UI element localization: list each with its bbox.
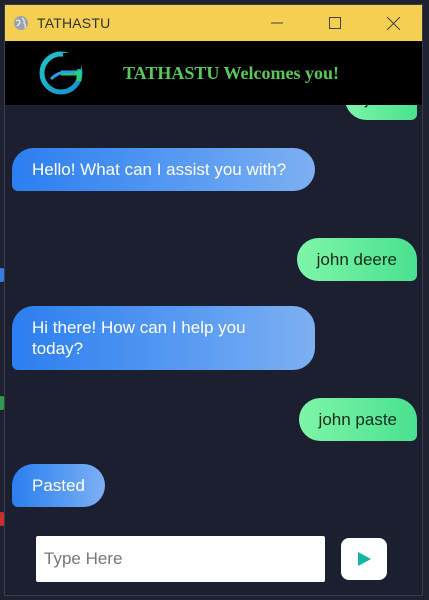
chat-window: TATHASTU TATHASTU Welcomes you! Hello! W… bbox=[4, 4, 423, 596]
bot-message: Hi there! How can I help you today? bbox=[12, 306, 315, 370]
user-message: john deere bbox=[296, 238, 417, 281]
maximize-button[interactable] bbox=[306, 5, 364, 41]
minimize-button[interactable] bbox=[248, 5, 306, 41]
send-icon bbox=[358, 552, 371, 566]
minimize-icon bbox=[271, 22, 283, 24]
g-logo-icon bbox=[39, 51, 83, 95]
send-button[interactable] bbox=[341, 538, 387, 580]
close-icon bbox=[386, 16, 400, 30]
user-message: john bbox=[344, 105, 417, 120]
globe-icon bbox=[13, 15, 29, 31]
close-button[interactable] bbox=[364, 5, 422, 41]
user-message: john paste bbox=[298, 398, 417, 441]
maximize-icon bbox=[329, 17, 341, 29]
message-composer bbox=[5, 523, 422, 595]
window-title: TATHASTU bbox=[37, 15, 111, 31]
message-input[interactable] bbox=[36, 536, 325, 582]
title-bar[interactable]: TATHASTU bbox=[5, 5, 422, 41]
header-title: TATHASTU Welcomes you! bbox=[123, 62, 340, 83]
bot-message: Hello! What can I assist you with? bbox=[12, 148, 315, 191]
chat-messages[interactable]: john Hello! What can I assist you with? … bbox=[5, 105, 422, 525]
bot-message: Pasted bbox=[12, 464, 105, 507]
app-header: TATHASTU Welcomes you! bbox=[5, 41, 422, 105]
